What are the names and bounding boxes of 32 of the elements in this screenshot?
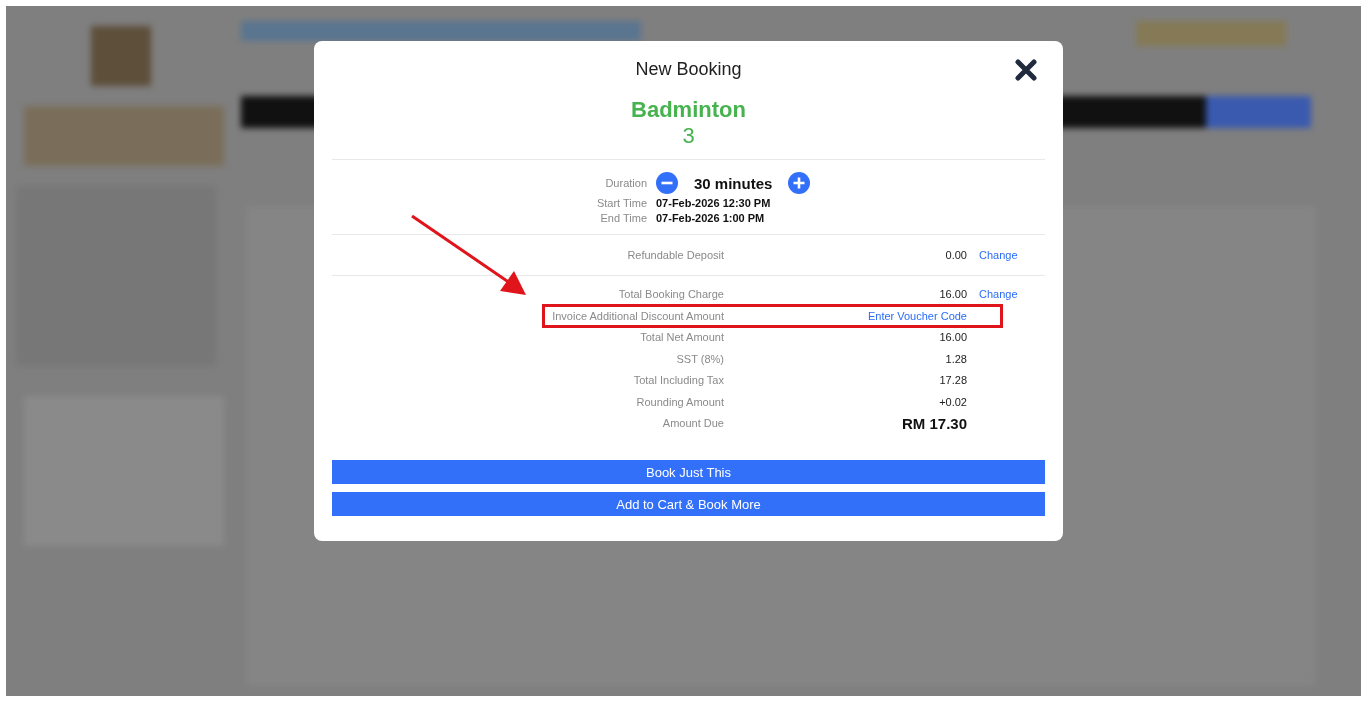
fee-label: SST (8%)	[675, 352, 724, 365]
fee-value: 16.00	[938, 331, 967, 344]
facility-name: Badminton	[630, 97, 747, 123]
booking-button[interactable]: Add to Cart & Book More	[332, 492, 1045, 516]
court-number: 3	[681, 123, 696, 149]
fee-value: 1.28	[944, 352, 967, 365]
duration-label: Duration	[604, 177, 647, 189]
voucher-code-link[interactable]: Enter Voucher Code	[724, 309, 967, 322]
time-label: Start Time	[595, 197, 647, 209]
fee-value: 16.00	[938, 288, 967, 301]
close-icon[interactable]	[1015, 59, 1037, 81]
time-value: 07-Feb-2026 1:00 PM	[656, 212, 766, 224]
fee-label: Invoice Additional Discount Amount	[551, 309, 724, 322]
fee-value: +0.02	[938, 395, 967, 408]
fee-value: 0.00	[944, 248, 967, 261]
minus-icon[interactable]	[656, 172, 678, 194]
dialog-title: New Booking	[634, 59, 743, 80]
amount-due-value: RM 17.30	[900, 414, 967, 432]
fee-label: Amount Due	[661, 417, 724, 430]
fee-label: Total Including Tax	[632, 374, 724, 387]
fee-label: Refundable Deposit	[626, 248, 724, 261]
fee-label: Total Net Amount	[639, 331, 724, 344]
change-link[interactable]: Change	[967, 248, 1018, 261]
booking-button[interactable]: Book Just This	[332, 460, 1045, 484]
fee-value: 17.28	[938, 374, 967, 387]
time-label: End Time	[599, 212, 647, 224]
duration-value: 30 minutes	[694, 174, 773, 192]
change-link[interactable]: Change	[967, 288, 1018, 301]
plus-icon[interactable]	[788, 172, 811, 194]
fee-label: Total Booking Charge	[617, 288, 724, 301]
time-value: 07-Feb-2026 12:30 PM	[656, 197, 772, 209]
fee-label: Rounding Amount	[635, 395, 724, 408]
